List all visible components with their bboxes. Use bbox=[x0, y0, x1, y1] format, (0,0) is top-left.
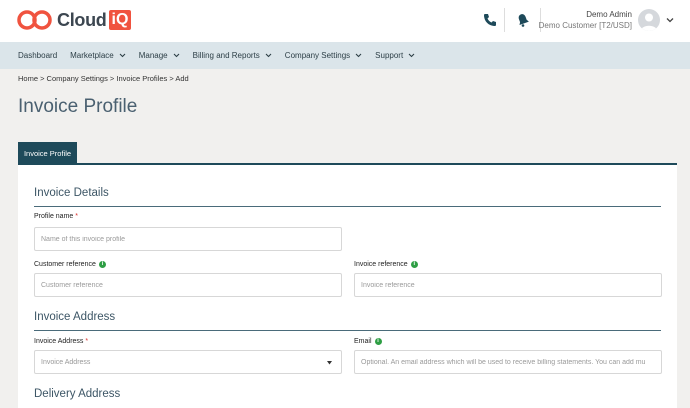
info-icon[interactable]: i bbox=[374, 338, 382, 345]
profile-name-input[interactable] bbox=[41, 235, 341, 243]
chevron-down-icon[interactable] bbox=[665, 15, 675, 25]
label-text: Profile name bbox=[34, 213, 74, 220]
nav-label: Marketplace bbox=[70, 51, 114, 60]
nav-billing-and-reports[interactable]: Billing and Reports bbox=[193, 51, 272, 60]
chevron-down-icon bbox=[265, 53, 272, 58]
invoice-reference-label: Invoice reference i bbox=[354, 261, 418, 268]
label-text: Email bbox=[354, 338, 372, 345]
nav-support[interactable]: Support bbox=[375, 51, 415, 60]
invoice-address-label: Invoice Address * bbox=[34, 338, 88, 345]
section-title-delivery-address: Delivery Address bbox=[34, 388, 121, 400]
logo[interactable]: Cloud iQ bbox=[17, 9, 132, 31]
nav-label: Dashboard bbox=[18, 51, 58, 60]
customer-reference-label: Customer reference i bbox=[34, 261, 106, 268]
phone-icon[interactable] bbox=[482, 12, 498, 28]
nav-label: Billing and Reports bbox=[192, 51, 260, 60]
section-title-invoice-address: Invoice Address bbox=[34, 311, 116, 323]
logo-text: Cloud bbox=[57, 9, 107, 30]
select-placeholder: Invoice Address bbox=[41, 358, 91, 366]
logo-mark-icon bbox=[17, 10, 52, 30]
profile-name-field[interactable] bbox=[34, 227, 342, 251]
nav-manage[interactable]: Manage bbox=[139, 51, 180, 60]
customer-reference-input[interactable] bbox=[41, 281, 341, 289]
info-icon[interactable]: i bbox=[98, 261, 106, 268]
bell-icon[interactable] bbox=[515, 12, 531, 28]
label-text: Invoice Address bbox=[34, 338, 84, 345]
profile-name-label: Profile name * bbox=[34, 213, 78, 220]
tab-invoice-profile[interactable]: Invoice Profile bbox=[18, 142, 77, 164]
chevron-down-icon bbox=[355, 53, 362, 58]
caret-down-icon bbox=[327, 361, 332, 365]
required-mark: * bbox=[75, 213, 79, 220]
label-text: Customer reference bbox=[34, 261, 96, 268]
logo-badge: iQ bbox=[108, 10, 132, 30]
chevron-down-icon bbox=[408, 53, 415, 58]
nav-company-settings[interactable]: Company Settings bbox=[285, 51, 362, 60]
info-icon[interactable]: i bbox=[410, 261, 418, 268]
nav-label: Manage bbox=[138, 51, 168, 60]
invoice-address-select[interactable]: Invoice Address bbox=[34, 350, 342, 374]
main-nav: Dashboard Marketplace Manage Billing and… bbox=[0, 42, 690, 69]
user-name: Demo Admin bbox=[586, 10, 632, 19]
email-field[interactable] bbox=[354, 350, 662, 374]
nav-label: Support bbox=[375, 51, 404, 60]
section-divider bbox=[34, 206, 661, 207]
top-header: Cloud iQ Demo Admin Demo Customer [T2/US… bbox=[0, 0, 690, 42]
section-title-invoice-details: Invoice Details bbox=[34, 187, 109, 199]
customer-reference-field[interactable] bbox=[34, 273, 342, 297]
page-title: Invoice Profile bbox=[18, 96, 138, 117]
nav-marketplace[interactable]: Marketplace bbox=[70, 51, 126, 60]
chevron-down-icon bbox=[173, 53, 180, 58]
section-divider bbox=[34, 330, 661, 331]
user-customer: Demo Customer [T2/USD] bbox=[538, 21, 632, 30]
user-avatar-icon[interactable] bbox=[638, 9, 660, 31]
nav-label: Company Settings bbox=[284, 51, 351, 60]
required-mark: * bbox=[85, 338, 89, 345]
nav-dashboard[interactable]: Dashboard bbox=[18, 51, 57, 60]
label-text: Invoice reference bbox=[354, 261, 408, 268]
invoice-reference-field[interactable] bbox=[354, 273, 662, 297]
header-divider bbox=[504, 8, 505, 32]
email-input[interactable] bbox=[361, 358, 661, 366]
invoice-reference-input[interactable] bbox=[361, 281, 661, 289]
email-label: Email i bbox=[354, 338, 382, 345]
chevron-down-icon bbox=[119, 53, 126, 58]
breadcrumb[interactable]: Home > Company Settings > Invoice Profil… bbox=[18, 74, 189, 83]
